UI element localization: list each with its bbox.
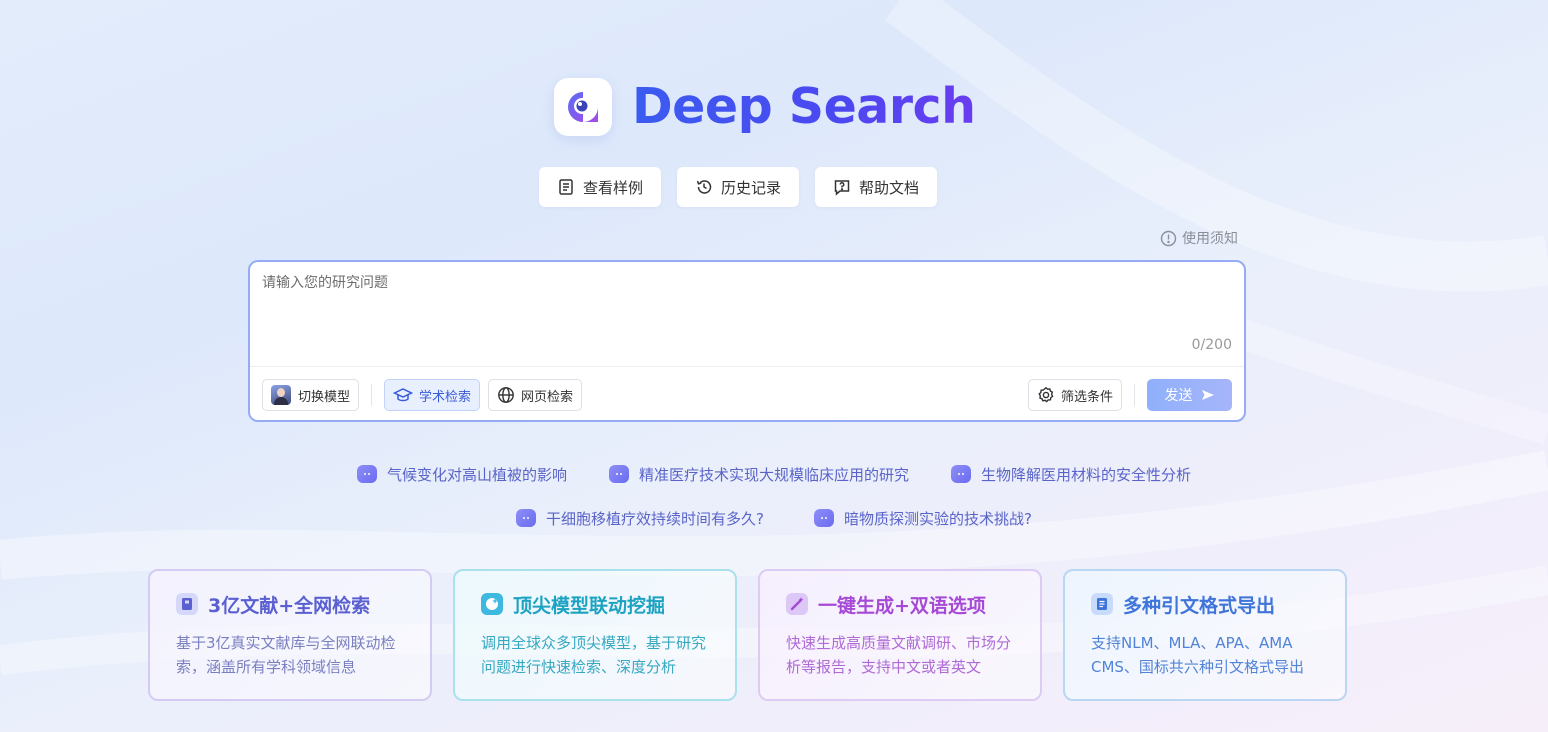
suggestion-row-2: 干细胞移植疗效持续时间有多久? 暗物质探测实验的技术挑战? bbox=[0, 507, 1548, 529]
suggestion-text: 气候变化对高山植被的影响 bbox=[386, 465, 567, 484]
feature-desc: 基于3亿真实文献库与全网联动检索，涵盖所有学科领域信息 bbox=[176, 634, 396, 676]
feature-card-literature: 3亿文献+全网检索 基于3亿真实文献库与全网联动检索，涵盖所有学科领域信息 bbox=[148, 569, 432, 701]
book-icon bbox=[176, 593, 198, 615]
help-icon bbox=[834, 180, 850, 196]
web-search-tab[interactable]: 网页检索 bbox=[488, 379, 583, 411]
academic-search-label: 学术检索 bbox=[419, 389, 472, 405]
chat-bubble-icon bbox=[814, 509, 834, 527]
chat-bubble-icon bbox=[608, 465, 629, 483]
globe-icon bbox=[498, 387, 514, 403]
gear-icon bbox=[1038, 386, 1054, 403]
graduation-cap-icon bbox=[393, 388, 414, 402]
sparkle-bubble-icon bbox=[481, 593, 503, 615]
chat-bubble-icon bbox=[516, 509, 537, 527]
input-toolbar: 切换模型 学术检索 网页检索 筛选条件 发送 bbox=[262, 379, 1232, 411]
history-label: 历史记录 bbox=[721, 178, 782, 197]
help-docs-label: 帮助文档 bbox=[859, 178, 920, 197]
chat-bubble-icon bbox=[951, 465, 971, 483]
suggestion-item[interactable]: 干细胞移植疗效持续时间有多久? bbox=[516, 507, 764, 529]
feature-card-citation: 多种引文格式导出 支持NLM、MLA、APA、AMA CMS、国标共六种引文格式… bbox=[1063, 569, 1347, 701]
suggestion-text: 暗物质探测实验的技术挑战? bbox=[844, 509, 1032, 528]
suggestion-item[interactable]: 暗物质探测实验的技术挑战? bbox=[814, 507, 1032, 529]
suggestion-text: 干细胞移植疗效持续时间有多久? bbox=[546, 509, 764, 528]
toolbar-divider bbox=[371, 384, 373, 406]
feature-title: 多种引文格式导出 bbox=[1123, 594, 1276, 617]
top-actions: 查看样例 历史记录 帮助文档 bbox=[539, 167, 938, 207]
research-input-card: 0/200 切换模型 学术检索 网页检索 筛选条件 bbox=[248, 260, 1246, 422]
switch-model-button[interactable]: 切换模型 bbox=[262, 379, 360, 411]
brand-header: Deep Search bbox=[554, 78, 976, 136]
send-button[interactable]: 发送 bbox=[1147, 379, 1232, 411]
info-circle-icon bbox=[1160, 230, 1177, 246]
send-label: 发送 bbox=[1164, 388, 1193, 404]
filter-label: 筛选条件 bbox=[1060, 389, 1113, 405]
magnifier-eye-icon bbox=[568, 92, 598, 122]
feature-cards: 3亿文献+全网检索 基于3亿真实文献库与全网联动检索，涵盖所有学科领域信息 顶尖… bbox=[148, 569, 1347, 701]
feature-card-models: 顶尖模型联动挖掘 调用全球众多顶尖模型，基于研究问题进行快速检索、深度分析 bbox=[453, 569, 737, 701]
feature-desc: 调用全球众多顶尖模型，基于研究问题进行快速检索、深度分析 bbox=[481, 634, 707, 676]
feature-desc: 支持NLM、MLA、APA、AMA CMS、国标共六种引文格式导出 bbox=[1091, 634, 1304, 676]
usage-notice-link[interactable]: 使用须知 bbox=[1160, 228, 1238, 248]
toolbar-divider bbox=[1134, 384, 1135, 406]
feature-card-generate: 一键生成+双语选项 快速生成高质量文献调研、市场分析等报告，支持中文或者英文 bbox=[758, 569, 1042, 701]
help-docs-button[interactable]: 帮助文档 bbox=[815, 167, 938, 207]
chat-bubble-icon bbox=[356, 465, 377, 483]
feature-title: 3亿文献+全网检索 bbox=[208, 594, 371, 617]
page-title: Deep Search bbox=[632, 78, 976, 135]
suggestion-text: 生物降解医用材料的安全性分析 bbox=[981, 465, 1192, 484]
research-question-input[interactable] bbox=[262, 272, 1232, 352]
input-divider bbox=[250, 366, 1244, 367]
suggestion-row-1: 气候变化对高山植被的影响 精准医疗技术实现大规模临床应用的研究 生物降解医用材料… bbox=[0, 463, 1548, 485]
char-counter: 0/200 bbox=[1191, 337, 1232, 353]
feature-title: 顶尖模型联动挖掘 bbox=[513, 594, 666, 617]
view-examples-button[interactable]: 查看样例 bbox=[539, 167, 662, 207]
history-icon bbox=[696, 180, 712, 194]
suggestion-text: 精准医疗技术实现大规模临床应用的研究 bbox=[638, 465, 909, 484]
suggestion-item[interactable]: 气候变化对高山植被的影响 bbox=[356, 463, 567, 485]
feature-desc: 快速生成高质量文献调研、市场分析等报告，支持中文或者英文 bbox=[786, 634, 1012, 676]
list-document-icon bbox=[1091, 593, 1113, 615]
document-icon bbox=[559, 179, 573, 195]
suggestion-item[interactable]: 生物降解医用材料的安全性分析 bbox=[951, 463, 1191, 485]
send-arrow-icon bbox=[1201, 390, 1214, 400]
usage-notice-label: 使用须知 bbox=[1182, 231, 1238, 247]
feature-title: 一键生成+双语选项 bbox=[818, 594, 986, 617]
switch-model-label: 切换模型 bbox=[298, 389, 351, 405]
view-examples-label: 查看样例 bbox=[583, 178, 644, 197]
history-button[interactable]: 历史记录 bbox=[677, 167, 800, 207]
magic-wand-icon bbox=[786, 593, 808, 615]
web-search-label: 网页检索 bbox=[521, 389, 574, 405]
academic-search-tab[interactable]: 学术检索 bbox=[384, 379, 481, 411]
suggestion-item[interactable]: 精准医疗技术实现大规模临床应用的研究 bbox=[608, 463, 909, 485]
logo bbox=[554, 78, 612, 136]
filter-button[interactable]: 筛选条件 bbox=[1027, 379, 1122, 411]
model-avatar bbox=[271, 385, 291, 405]
